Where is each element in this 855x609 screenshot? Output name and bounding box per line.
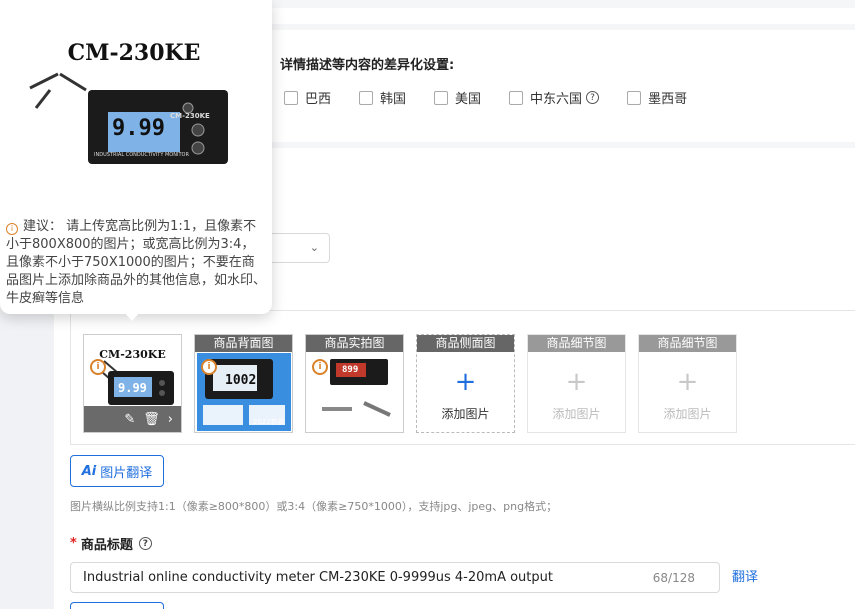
region-settings-title: 详情描述等内容的差异化设置: [280, 58, 455, 73]
image-slot-real[interactable]: 商品实拍图 899 i [305, 334, 404, 433]
plus-icon: + [565, 367, 588, 397]
product-title-label: * 商品标题 ? [70, 534, 152, 553]
region-option-usa[interactable]: 美国 [434, 88, 481, 107]
checkbox[interactable] [509, 90, 524, 105]
thumb-display-value: 899 [342, 365, 359, 375]
dropdown-select[interactable]: ⌄ [272, 233, 330, 263]
slot-label: 商品细节图 [639, 335, 736, 352]
question-circle-icon[interactable]: ? [138, 537, 152, 550]
image-slot-detail-2: 商品细节图 + 添加图片 [638, 334, 737, 433]
thumb-display-value: 9.99 [118, 381, 147, 395]
char-count: 68/128 [652, 571, 695, 585]
thumb-footer-text: 2022新款 [253, 418, 285, 426]
preview-meter-caption: INDUSTRIAL CONDUCTIVITY MONITOR [94, 152, 189, 158]
required-mark: * [70, 536, 77, 551]
add-image-text: 添加图片 [663, 407, 712, 421]
preview-display-value: 9.99 [112, 116, 165, 141]
warning-icon: i [90, 359, 106, 375]
top-card [272, 8, 855, 24]
edit-icon[interactable]: ✎ [124, 412, 135, 427]
region-settings-card: 详情描述等内容的差异化设置: 巴西 韩国 美国 中东六国 ? 墨西哥 [272, 30, 855, 142]
upload-advice: i 建议： 请上传宽高比例为1:1，且像素不小于800X800的图片；或宽高比例为… [6, 219, 267, 306]
warning-icon: i [312, 359, 328, 375]
checkbox[interactable] [434, 90, 449, 105]
popover-arrow [124, 312, 140, 321]
slot-label: 商品侧面图 [417, 335, 514, 352]
slot-label: 商品细节图 [528, 335, 625, 352]
image-slot-back[interactable]: 商品背面图 1002 2022新款 i [194, 334, 293, 433]
ai-icon: Ai [81, 463, 97, 479]
preview-meter-brand: CM-230KE [170, 112, 210, 120]
region-option-mexico[interactable]: 墨西哥 [627, 88, 687, 107]
question-circle-icon[interactable]: ? [586, 91, 600, 104]
add-image-text: 添加图片 [552, 407, 601, 421]
slot-label: 商品背面图 [195, 335, 292, 352]
add-image-text: 添加图片 [441, 407, 490, 421]
partial-button[interactable] [70, 602, 164, 609]
checkbox[interactable] [284, 90, 298, 105]
preview-model-title: CM-230KE [67, 40, 201, 66]
thumb-display-value: 1002 [225, 373, 257, 388]
plus-icon: + [676, 367, 699, 397]
region-option-brazil[interactable]: 巴西 [284, 88, 331, 107]
slot-label: 商品实拍图 [306, 335, 403, 352]
image-slot-main[interactable]: CM-230KE 9.99 i ✎ 🗑 › [83, 334, 182, 433]
warning-icon: i [6, 223, 18, 235]
region-option-middle-east[interactable]: 中东六国 ? [509, 88, 600, 107]
image-translate-button[interactable]: Ai 图片翻译 [70, 455, 164, 487]
product-title-input[interactable]: Industrial online conductivity meter CM-… [70, 562, 720, 593]
trash-icon[interactable]: 🗑 [143, 412, 160, 427]
checkbox[interactable] [359, 90, 374, 105]
image-preview-popover: CM-230KE 9.99 CM-230KE INDUSTRIAL CONDUC… [0, 0, 272, 314]
image-slot-side[interactable]: 商品侧面图 + 添加图片 [416, 334, 515, 433]
region-option-korea[interactable]: 韩国 [359, 88, 406, 107]
chevron-down-icon: ⌄ [309, 241, 319, 254]
warning-icon: i [201, 359, 217, 375]
plus-icon: + [454, 367, 477, 397]
region-options: 巴西 韩国 美国 中东六国 ? 墨西哥 [284, 88, 715, 107]
checkbox[interactable] [627, 90, 642, 105]
product-title-value: Industrial online conductivity meter CM-… [83, 570, 553, 585]
image-slot-detail-1: 商品细节图 + 添加图片 [527, 334, 626, 433]
image-format-hint: 图片横纵比例支持1:1（像素≥800*800）或3:4（像素≥750*1000）… [70, 500, 558, 513]
chevron-right-icon[interactable]: › [168, 412, 173, 427]
thumb-toolbar: ✎ 🗑 › [84, 406, 181, 432]
translate-link[interactable]: 翻译 [732, 566, 758, 585]
